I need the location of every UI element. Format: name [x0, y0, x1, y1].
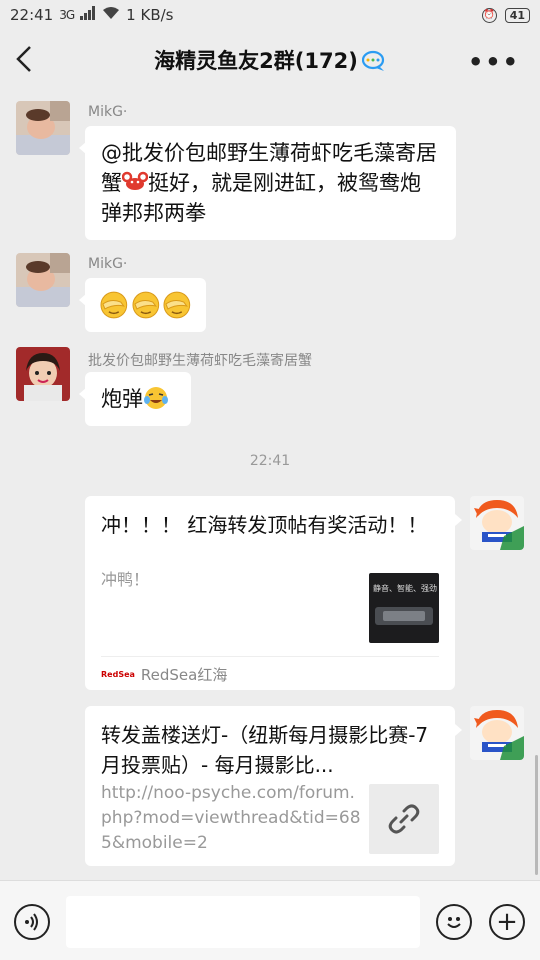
avatar[interactable] — [16, 347, 70, 401]
message-text-continued: 挺好，就是刚进缸，被鸳鸯炮弹邦邦两拳 — [101, 171, 421, 225]
smiley-icon[interactable] — [436, 904, 472, 940]
page-title: 海精灵鱼友2群(172) — [0, 45, 540, 75]
group-name: 海精灵鱼友2群(172) — [154, 49, 358, 73]
facepalm-emoji-icon — [99, 290, 192, 320]
message-text: 炮弹 — [101, 387, 143, 411]
avatar[interactable] — [16, 253, 70, 307]
voice-icon[interactable] — [14, 904, 50, 940]
more-dots-icon[interactable]: ••• — [468, 48, 520, 76]
avatar[interactable] — [470, 706, 524, 760]
link-icon — [369, 784, 439, 854]
plus-icon[interactable]: + — [489, 904, 525, 940]
crab-emoji-icon — [121, 169, 149, 195]
card-divider — [101, 656, 439, 657]
link-card[interactable]: 冲！！！ 红海转发顶帖有奖活动！！ 冲鸭！ 静音、智能、强劲 RedSea Re… — [85, 496, 462, 690]
network-speed: 1 KB/s — [126, 6, 174, 24]
sender-name: MikG· — [88, 256, 128, 272]
card-source: RedSea RedSea红海 — [101, 664, 227, 685]
status-bar: 22:41 3G 1 KB/s ⏰ 41 — [0, 0, 540, 30]
avatar[interactable] — [16, 101, 70, 155]
timestamp: 22:41 — [249, 453, 291, 469]
card-url: http://noo-psyche.com/forum.php?mod=view… — [101, 783, 361, 853]
wifi-icon — [102, 6, 120, 24]
redsea-logo: RedSea — [101, 670, 135, 679]
card-title: 转发盖楼送灯-（纽斯每月摄影比赛-7月投票贴）- 每月摄影比... — [101, 723, 429, 777]
sender-name: MikG· — [88, 104, 128, 120]
card-thumbnail: 静音、智能、强劲 — [369, 573, 439, 643]
message-bubble[interactable]: 炮弹 — [79, 372, 191, 426]
message-bubble[interactable]: @批发价包邮野生薄荷虾吃毛藻寄居蟹 挺好，就是刚进缸，被鸳鸯炮弹邦邦两拳 — [79, 126, 456, 240]
laugh-cry-emoji-icon — [143, 385, 169, 411]
card-description: 冲鸭！ — [101, 570, 150, 589]
battery-level: 41 — [504, 7, 530, 23]
scrollbar[interactable] — [535, 755, 538, 875]
alarm-icon: ⏰ — [481, 7, 497, 23]
network-type: 3G — [59, 8, 75, 22]
signal-icon — [80, 6, 96, 24]
link-card[interactable]: 转发盖楼送灯-（纽斯每月摄影比赛-7月投票贴）- 每月摄影比... http:/… — [85, 706, 462, 866]
chat-header: 海精灵鱼友2群(172) ••• — [0, 30, 540, 90]
thumbnail-text: 静音、智能、强劲 — [373, 584, 437, 593]
input-bar: + — [0, 880, 540, 960]
clock: 22:41 — [10, 6, 54, 24]
message-bubble[interactable] — [79, 278, 206, 332]
card-source-name: RedSea红海 — [140, 666, 228, 684]
group-chat-icon — [361, 50, 386, 72]
sender-name: 批发价包邮野生薄荷虾吃毛藻寄居蟹 — [88, 353, 312, 369]
avatar[interactable] — [470, 496, 524, 550]
message-input[interactable] — [66, 896, 420, 948]
card-title: 冲！！！ 红海转发顶帖有奖活动！！ — [101, 513, 428, 537]
